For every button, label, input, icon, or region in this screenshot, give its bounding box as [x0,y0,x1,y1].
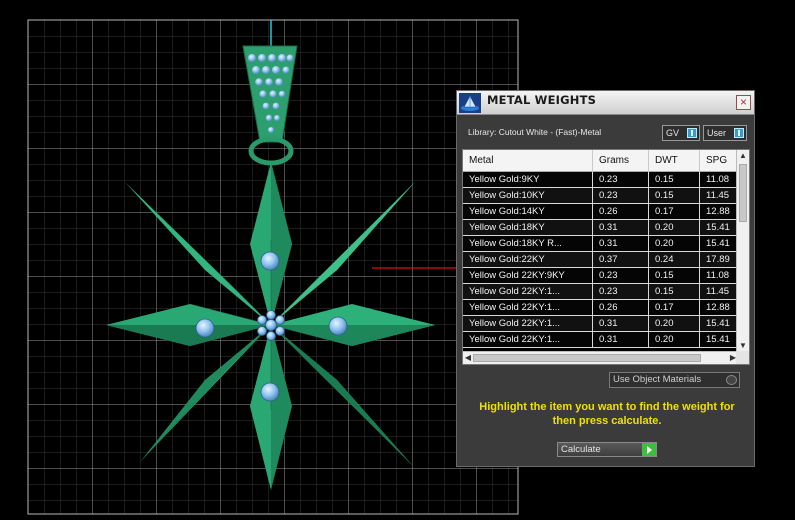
cell-metal: Yellow Gold:18KY [463,220,593,235]
gv-toggle[interactable]: GV [662,125,700,141]
table-row[interactable]: Yellow Gold 22KY:1... 0.31 0.20 15.41 [463,332,740,348]
cell-spg: 15.41 [700,332,740,347]
cell-grams: 0.23 [593,188,649,203]
table-row[interactable]: Yellow Gold:22KY 0.37 0.24 17.89 [463,252,740,268]
panel-titlebar[interactable]: METAL WEIGHTS × [457,91,754,115]
cell-grams: 0.23 [593,268,649,283]
cell-spg: 11.45 [700,284,740,299]
cell-dwt: 0.20 [649,332,700,347]
cell-spg: 15.41 [700,236,740,251]
cell-metal: Yellow Gold 22KY:9KY [463,268,593,283]
scroll-left-icon[interactable]: ◀ [463,352,473,364]
metal-weights-panel: METAL WEIGHTS × Library: Cutout White - … [456,90,755,467]
column-header-metal[interactable]: Metal [463,150,593,172]
cell-spg: 15.41 [700,220,740,235]
column-header-dwt[interactable]: DWT [649,150,700,172]
cell-dwt: 0.15 [649,172,700,187]
cell-metal: Yellow Gold:9KY [463,172,593,187]
cell-spg: 17.89 [700,252,740,267]
cell-dwt: 0.20 [649,316,700,331]
table-row[interactable]: Yellow Gold 22KY:1... 0.31 0.20 15.41 [463,316,740,332]
cell-spg: 11.08 [700,268,740,283]
table-body: Yellow Gold:9KY 0.23 0.15 11.08 Yellow Gold:… [463,172,740,348]
table-row[interactable]: Yellow Gold:10KY 0.23 0.15 11.45 [463,188,740,204]
gv-toggle-switch-icon[interactable] [687,128,697,138]
gv-toggle-label: GV [666,128,680,138]
cell-dwt: 0.15 [649,284,700,299]
cell-grams: 0.31 [593,332,649,347]
cell-grams: 0.26 [593,204,649,219]
library-label: Library: Cutout White - (Fast)-Metal [468,127,602,137]
cell-spg: 12.88 [700,204,740,219]
scrollbar-corner [736,351,749,364]
cell-metal: Yellow Gold:14KY [463,204,593,219]
cell-metal: Yellow Gold 22KY:1... [463,300,593,315]
table-row[interactable]: Yellow Gold 22KY:1... 0.26 0.17 12.88 [463,300,740,316]
table-row[interactable]: Yellow Gold:9KY 0.23 0.15 11.08 [463,172,740,188]
cell-grams: 0.31 [593,220,649,235]
user-toggle[interactable]: User [703,125,747,141]
cell-metal: Yellow Gold:22KY [463,252,593,267]
table-row[interactable]: Yellow Gold:18KY 0.31 0.20 15.41 [463,220,740,236]
cell-grams: 0.23 [593,284,649,299]
vertical-scroll-thumb[interactable] [739,164,747,222]
cell-dwt: 0.17 [649,204,700,219]
cell-spg: 12.88 [700,300,740,315]
cell-grams: 0.31 [593,316,649,331]
cell-dwt: 0.20 [649,236,700,251]
cell-metal: Yellow Gold 22KY:1... [463,284,593,299]
cell-spg: 11.45 [700,188,740,203]
metal-weights-table[interactable]: Metal Grams DWT SPG Yellow Gold:9KY 0.23 0… [462,149,750,365]
cell-grams: 0.23 [593,172,649,187]
play-arrow-icon[interactable] [642,443,656,456]
column-header-spg[interactable]: SPG [700,150,740,172]
user-toggle-label: User [707,128,727,138]
metal-weights-icon [459,93,481,113]
close-button[interactable]: × [736,95,751,110]
use-object-materials-label: Use Object Materials [613,374,702,385]
cell-spg: 15.41 [700,316,740,331]
horizontal-scrollbar[interactable]: ◀ ▶ [463,351,738,364]
cell-metal: Yellow Gold:18KY R... [463,236,593,251]
table-header: Metal Grams DWT SPG [463,150,737,172]
cell-dwt: 0.17 [649,300,700,315]
cell-dwt: 0.24 [649,252,700,267]
scroll-up-icon[interactable]: ▲ [737,150,749,162]
cell-metal: Yellow Gold:10KY [463,188,593,203]
cell-grams: 0.31 [593,236,649,251]
table-row[interactable]: Yellow Gold:14KY 0.26 0.17 12.88 [463,204,740,220]
cell-dwt: 0.15 [649,188,700,203]
calculate-button[interactable]: Calculate [557,442,657,457]
cell-metal: Yellow Gold 22KY:1... [463,316,593,331]
use-object-materials-checkbox[interactable]: Use Object Materials [609,372,740,388]
radio-icon[interactable] [726,375,737,385]
table-row[interactable]: Yellow Gold:18KY R... 0.31 0.20 15.41 [463,236,740,252]
table-row[interactable]: Yellow Gold 22KY:9KY 0.23 0.15 11.08 [463,268,740,284]
column-header-grams[interactable]: Grams [593,150,649,172]
cell-grams: 0.37 [593,252,649,267]
cell-dwt: 0.20 [649,220,700,235]
table-row[interactable]: Yellow Gold 22KY:1... 0.23 0.15 11.45 [463,284,740,300]
cell-grams: 0.26 [593,300,649,315]
calculate-label: Calculate [561,444,601,455]
cell-metal: Yellow Gold 22KY:1... [463,332,593,347]
cell-dwt: 0.15 [649,268,700,283]
panel-title: METAL WEIGHTS [487,93,597,107]
user-toggle-switch-icon[interactable] [734,128,744,138]
instruction-text: Highlight the item you want to find the … [479,401,735,427]
vertical-scrollbar[interactable]: ▲ ▼ [736,150,749,352]
horizontal-scroll-thumb[interactable] [473,354,701,362]
cell-spg: 11.08 [700,172,740,187]
